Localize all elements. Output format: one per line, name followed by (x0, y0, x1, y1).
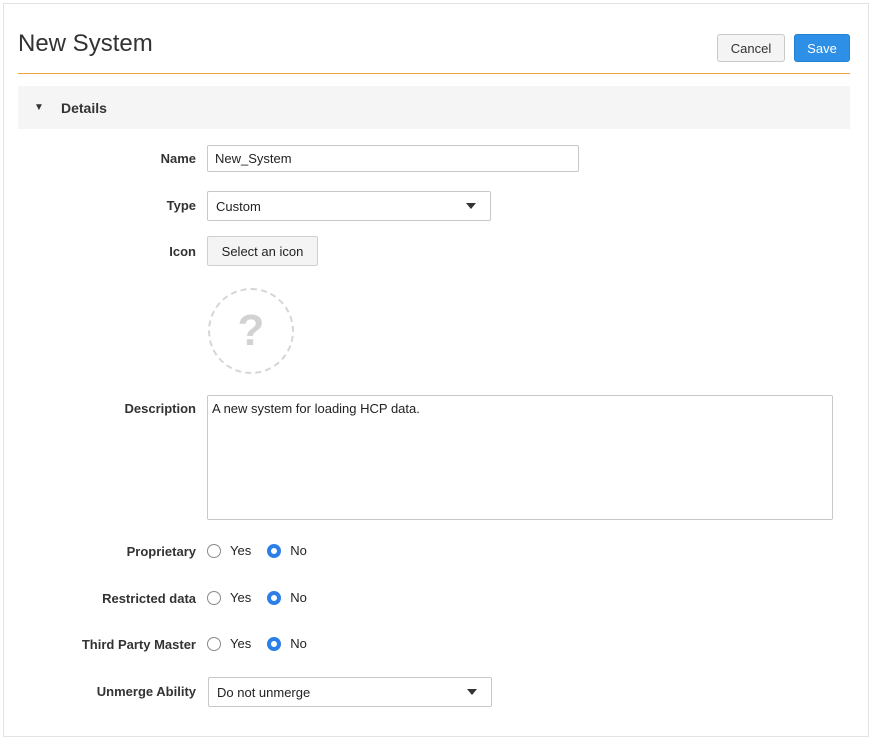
third-party-master-yes-radio[interactable] (207, 636, 221, 651)
third-party-master-radio-group: Yes No (207, 636, 323, 651)
collapse-caret-icon[interactable]: ▼ (34, 102, 46, 113)
section-title: Details (61, 99, 107, 116)
type-select[interactable]: Custom (207, 191, 491, 221)
select-icon-button[interactable]: Select an icon (207, 236, 318, 266)
restricted-data-yes-radio[interactable] (207, 590, 221, 605)
chevron-down-icon (466, 203, 476, 209)
proprietary-yes-label[interactable]: Yes (230, 543, 251, 558)
restricted-data-yes-label[interactable]: Yes (230, 590, 251, 605)
unmerge-ability-label: Unmerge Ability (96, 684, 196, 699)
third-party-master-yes-label[interactable]: Yes (230, 636, 251, 651)
save-button[interactable]: Save (794, 34, 850, 62)
proprietary-no-label[interactable]: No (290, 543, 307, 558)
type-label: Type (166, 198, 196, 213)
description-label: Description (124, 401, 196, 416)
unmerge-ability-select-value: Do not unmerge (217, 684, 311, 700)
icon-label: Icon (169, 244, 196, 259)
restricted-data-no-label[interactable]: No (290, 590, 307, 605)
restricted-data-radio-group: Yes No (207, 590, 323, 605)
third-party-master-no-label[interactable]: No (290, 636, 307, 651)
name-label: Name (160, 151, 196, 166)
restricted-data-label: Restricted data (102, 591, 196, 606)
cancel-button[interactable]: Cancel (717, 34, 785, 62)
proprietary-no-radio[interactable] (267, 543, 282, 558)
proprietary-yes-radio[interactable] (207, 543, 221, 558)
header-divider (18, 73, 850, 74)
type-select-value: Custom (216, 198, 261, 214)
details-section-header[interactable]: ▼ Details (18, 86, 850, 129)
chevron-down-icon (467, 689, 477, 695)
third-party-master-no-radio[interactable] (267, 636, 282, 651)
question-mark-icon: ? (237, 306, 265, 355)
icon-placeholder: ? (208, 288, 294, 374)
unmerge-ability-select[interactable]: Do not unmerge (208, 677, 492, 707)
name-input[interactable]: New_System (207, 145, 579, 172)
third-party-master-label: Third Party Master (81, 637, 196, 652)
restricted-data-no-radio[interactable] (267, 590, 282, 605)
page-title: New System (18, 30, 153, 57)
description-textarea[interactable]: A new system for loading HCP data. (207, 395, 833, 520)
proprietary-radio-group: Yes No (207, 543, 323, 558)
proprietary-label: Proprietary (126, 544, 196, 559)
